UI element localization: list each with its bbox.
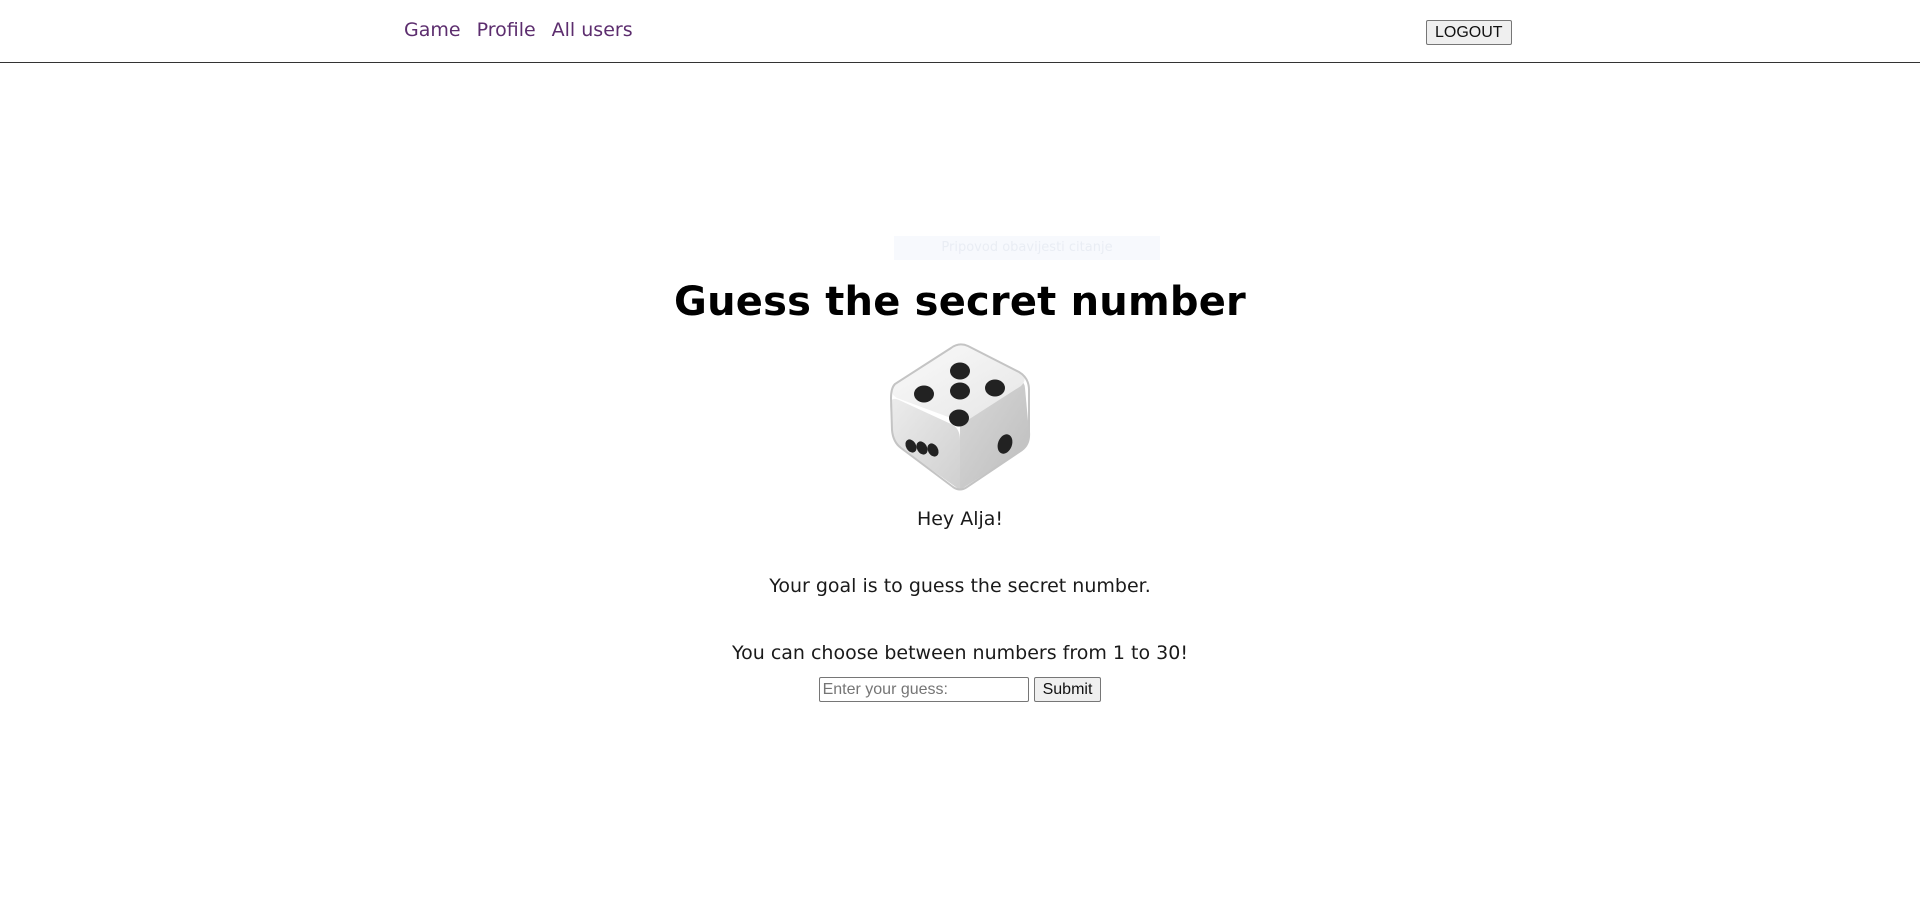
- main-content: Guess the secret number Hey Alja! Your g…: [0, 270, 1920, 702]
- guess-form: Submit: [0, 677, 1920, 702]
- nav-link-game[interactable]: Game: [404, 18, 461, 42]
- page-title: Guess the secret number: [674, 279, 1246, 325]
- nav-links: Game Profile All users: [404, 18, 633, 42]
- faint-banner: Pripovod obavijesti citanje: [894, 236, 1160, 260]
- dice-icon: [885, 340, 1035, 495]
- range-text: You can choose between numbers from 1 to…: [732, 642, 1188, 664]
- submit-button[interactable]: Submit: [1033, 677, 1102, 702]
- top-navbar: Game Profile All users LOGOUT: [0, 0, 1920, 63]
- greeting-text: Hey Alja!: [916, 508, 1004, 530]
- goal-text: Your goal is to guess the secret number.: [769, 575, 1151, 597]
- nav-link-all-users[interactable]: All users: [552, 18, 633, 42]
- nav-link-profile[interactable]: Profile: [477, 18, 536, 42]
- logout-button[interactable]: LOGOUT: [1426, 20, 1512, 45]
- guess-input[interactable]: [818, 677, 1029, 702]
